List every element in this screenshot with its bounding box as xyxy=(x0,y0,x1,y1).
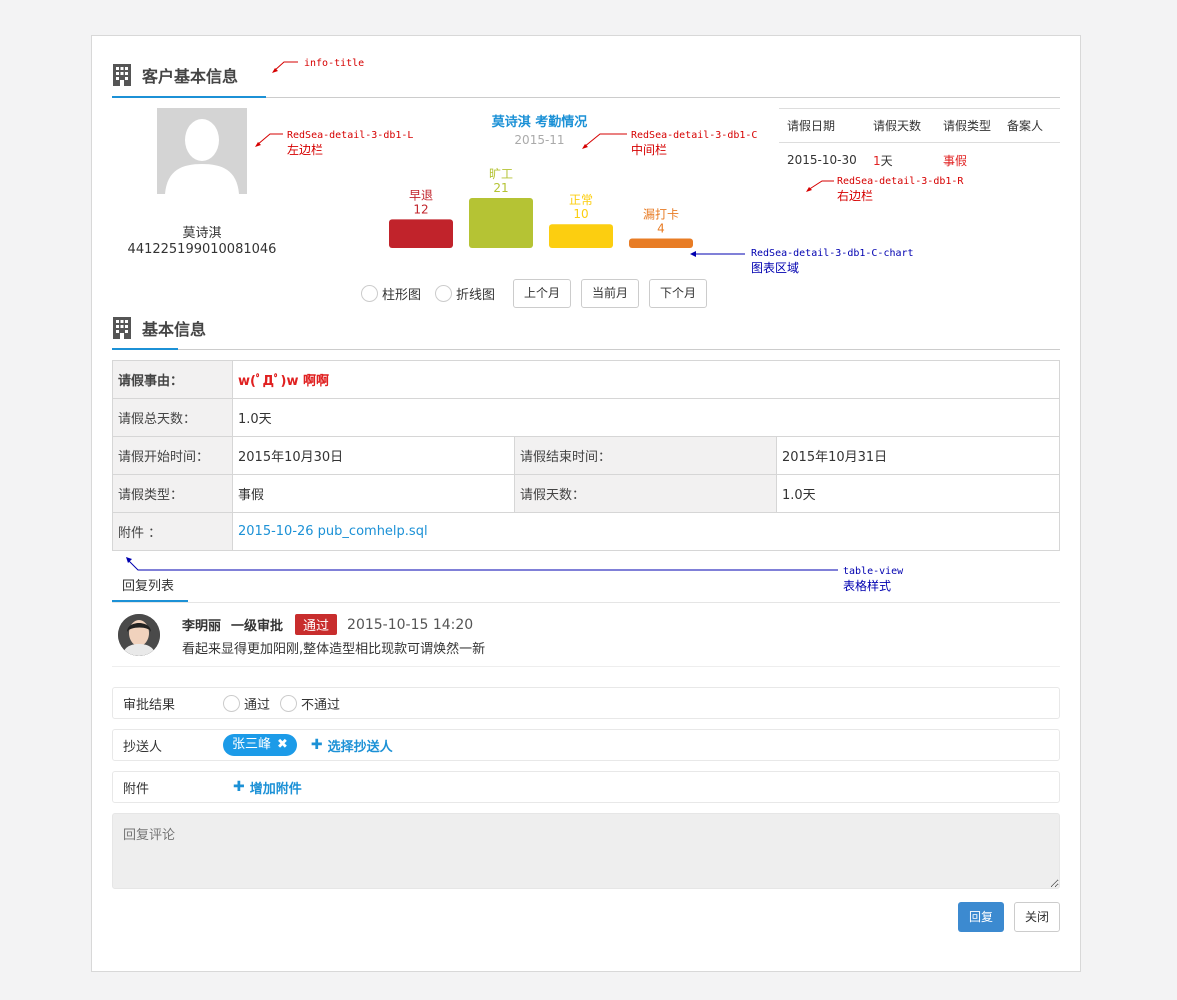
annotation-text: 表格样式 xyxy=(843,579,892,593)
annotation-info-title: info-title xyxy=(304,56,364,71)
annotation-center: RedSea-detail-3-db1-C 中间栏 xyxy=(631,128,757,158)
annotation-text: RedSea-detail-3-db1-C-chart xyxy=(751,248,914,259)
annotation-text: 图表区域 xyxy=(751,261,800,275)
annotation-text: 右边栏 xyxy=(837,189,874,203)
annotation-text: 左边栏 xyxy=(287,143,324,157)
annotation-text: RedSea-detail-3-db1-R xyxy=(837,176,964,187)
annotation-text: RedSea-detail-3-db1-C xyxy=(631,130,758,141)
annotation-text: table-view xyxy=(843,566,904,577)
annotation-left: RedSea-detail-3-db1-L 左边栏 xyxy=(287,128,413,158)
annotation-text: RedSea-detail-3-db1-L xyxy=(287,130,414,141)
annotation-table: table-view 表格样式 xyxy=(843,564,903,594)
annotation-arrows xyxy=(126,61,838,571)
annotation-text: 中间栏 xyxy=(631,143,668,157)
annotation-chart: RedSea-detail-3-db1-C-chart 图表区域 xyxy=(751,246,914,276)
annotation-text: info-title xyxy=(304,58,365,69)
annotation-right: RedSea-detail-3-db1-R 右边栏 xyxy=(837,174,963,204)
